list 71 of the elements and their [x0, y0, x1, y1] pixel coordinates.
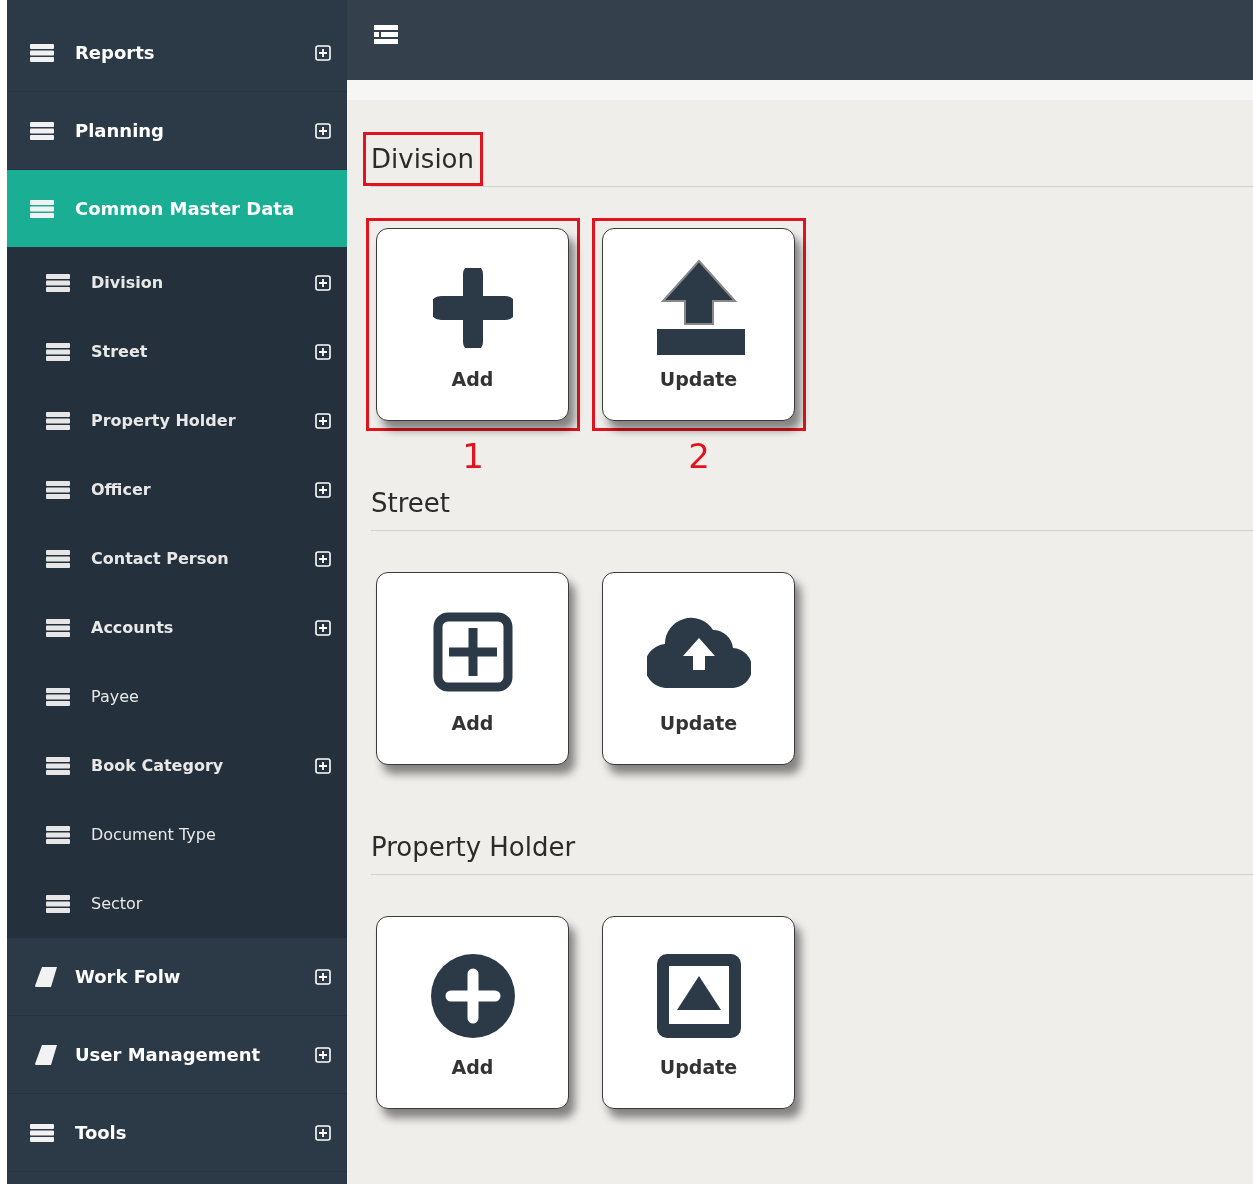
submenu-item[interactable]: Division [7, 248, 347, 317]
expand-icon[interactable] [315, 619, 331, 636]
expand-icon[interactable] [315, 481, 331, 498]
annotation-number: 1 [462, 439, 484, 473]
expand-icon[interactable] [315, 274, 331, 291]
submenu-item-label: Contact Person [91, 549, 230, 568]
submenu-item-label: Property Holder [91, 411, 237, 430]
sidebar-item-label: Planning [75, 120, 165, 141]
section-heading: Property Holder [371, 832, 576, 862]
add-button[interactable]: Add [376, 228, 569, 421]
book-icon [35, 966, 57, 987]
plus-circle-icon [430, 954, 515, 1038]
submenu-item[interactable]: Accounts [7, 593, 347, 662]
cloud-upload-icon [646, 616, 751, 688]
list-icon [46, 342, 70, 361]
submenu-item-label: Division [91, 273, 165, 292]
submenu-item[interactable]: Contact Person [7, 524, 347, 593]
expand-icon[interactable] [315, 122, 331, 139]
list-icon [30, 199, 54, 218]
list-icon [46, 480, 70, 499]
triangle-square-icon [656, 954, 741, 1038]
list-icon [46, 894, 70, 913]
submenu-item[interactable]: Sector [7, 869, 347, 938]
submenu-item[interactable]: Payee [7, 662, 347, 731]
add-button[interactable]: Add [376, 916, 569, 1109]
submenu-item-label: Street [91, 342, 149, 361]
book-icon [35, 1044, 57, 1065]
submenu-item-label: Officer [91, 480, 152, 499]
section-heading: Division [371, 144, 474, 174]
submenu-item-label: Sector [91, 894, 144, 913]
add-button[interactable]: Add [376, 572, 569, 765]
sidebar-item-label: User Management [75, 1044, 262, 1065]
plus-icon [432, 268, 513, 348]
list-icon [46, 825, 70, 844]
submenu-item-label: Document Type [91, 825, 217, 844]
submenu-item-label: Payee [91, 687, 140, 706]
sidebar-item-label: Work Folw [75, 966, 182, 987]
expand-icon[interactable] [315, 1124, 331, 1141]
sidebar-item-label: Common Master Data [75, 198, 296, 219]
submenu-item[interactable]: Document Type [7, 800, 347, 869]
annotation-number: 2 [688, 439, 710, 473]
submenu-item[interactable]: Book Category [7, 731, 347, 800]
plus-square-icon [432, 612, 513, 692]
expand-icon[interactable] [315, 343, 331, 360]
update-button[interactable]: Update [602, 916, 795, 1109]
list-icon[interactable] [374, 25, 398, 45]
submenu-item[interactable]: Officer [7, 455, 347, 524]
list-icon [46, 756, 70, 775]
section-heading: Street [371, 488, 450, 518]
submenu-item-label: Book Category [91, 756, 225, 775]
update-button[interactable]: Update [602, 228, 795, 421]
sidebar-item-label: Reports [75, 42, 156, 63]
list-icon [46, 273, 70, 292]
expand-icon[interactable] [315, 968, 331, 985]
submenu-item-label: Accounts [91, 618, 175, 637]
list-icon [46, 549, 70, 568]
submenu-item[interactable]: Street [7, 317, 347, 386]
update-button[interactable]: Update [602, 572, 795, 765]
expand-icon[interactable] [315, 44, 331, 61]
expand-icon[interactable] [315, 550, 331, 567]
list-icon [46, 687, 70, 706]
list-icon [46, 618, 70, 637]
expand-icon[interactable] [315, 1046, 331, 1063]
list-icon [46, 411, 70, 430]
sidebar-item-label: Tools [75, 1122, 128, 1143]
expand-icon[interactable] [315, 412, 331, 429]
list-icon [30, 121, 54, 140]
list-icon [30, 1123, 54, 1142]
expand-icon[interactable] [315, 757, 331, 774]
submenu-item[interactable]: Property Holder [7, 386, 347, 455]
list-icon [30, 43, 54, 62]
